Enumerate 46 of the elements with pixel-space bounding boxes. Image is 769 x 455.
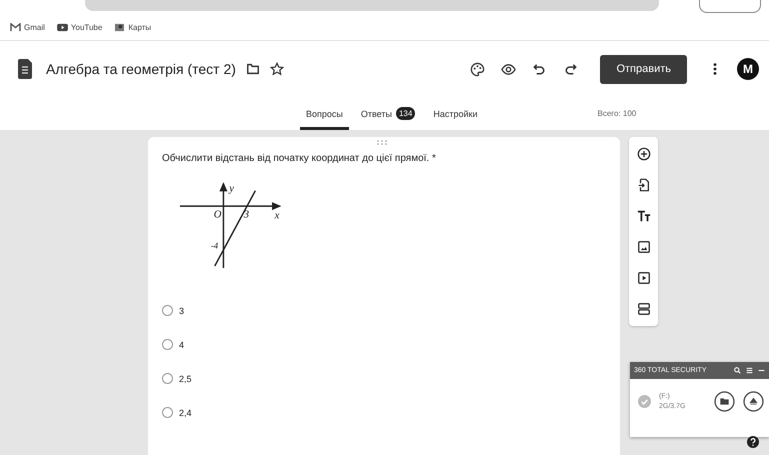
palette-icon[interactable]	[470, 62, 486, 76]
menu-icon[interactable]	[746, 367, 753, 374]
option-label: 3	[179, 306, 184, 316]
import-icon[interactable]	[636, 178, 650, 192]
mail-icon	[10, 22, 21, 32]
redo-icon[interactable]	[563, 62, 578, 76]
check-icon	[638, 395, 651, 408]
map-icon	[114, 22, 126, 32]
section-icon[interactable]	[636, 302, 650, 316]
drag-handle-icon[interactable]	[376, 140, 388, 146]
radio-button[interactable]	[162, 407, 173, 418]
search-icon[interactable]	[734, 367, 741, 374]
radio-button[interactable]	[162, 339, 173, 350]
title-text-icon[interactable]	[636, 209, 650, 223]
star-icon[interactable]	[270, 62, 284, 76]
video-icon[interactable]	[636, 271, 650, 285]
eye-icon[interactable]	[501, 62, 516, 76]
option-label: 2,4	[179, 408, 192, 418]
option-label: 2,5	[179, 374, 192, 384]
graph-drawing: y O 3 x -4	[178, 179, 294, 271]
bookmark[interactable]: YouTube	[56, 22, 102, 32]
bookmark[interactable]: Gmail	[10, 22, 45, 32]
folder-icon[interactable]	[714, 391, 735, 412]
option-label: 4	[179, 340, 184, 350]
help-icon[interactable]	[747, 436, 759, 448]
add-icon[interactable]	[636, 147, 650, 161]
profile-button[interactable]	[699, 0, 761, 13]
undo-icon[interactable]	[532, 62, 548, 76]
radio-button[interactable]	[162, 373, 173, 384]
image-icon[interactable]	[636, 240, 650, 254]
play-icon	[56, 22, 68, 32]
forms-logo-icon	[18, 59, 32, 79]
tab[interactable]: Ответы 134	[354, 97, 422, 130]
minimize-icon[interactable]	[758, 367, 765, 374]
count-badge: 134	[396, 107, 416, 120]
eject-icon[interactable]	[743, 391, 764, 412]
bookmark[interactable]: Карты	[114, 22, 152, 32]
radio-button[interactable]	[162, 305, 173, 316]
send-button[interactable]: Отправить	[600, 54, 687, 84]
form-title[interactable]: Алгебра та геометрія (тест 2)	[46, 61, 236, 77]
total-points: Всего: 100	[597, 109, 636, 118]
tab[interactable]: Настройки	[427, 97, 484, 130]
avatar[interactable]: M	[737, 58, 759, 80]
folder-icon[interactable]	[246, 62, 260, 76]
question-text: Обчислити відстань від початку координат до цієї прямої. *	[162, 153, 437, 164]
more-icon[interactable]	[713, 62, 717, 76]
